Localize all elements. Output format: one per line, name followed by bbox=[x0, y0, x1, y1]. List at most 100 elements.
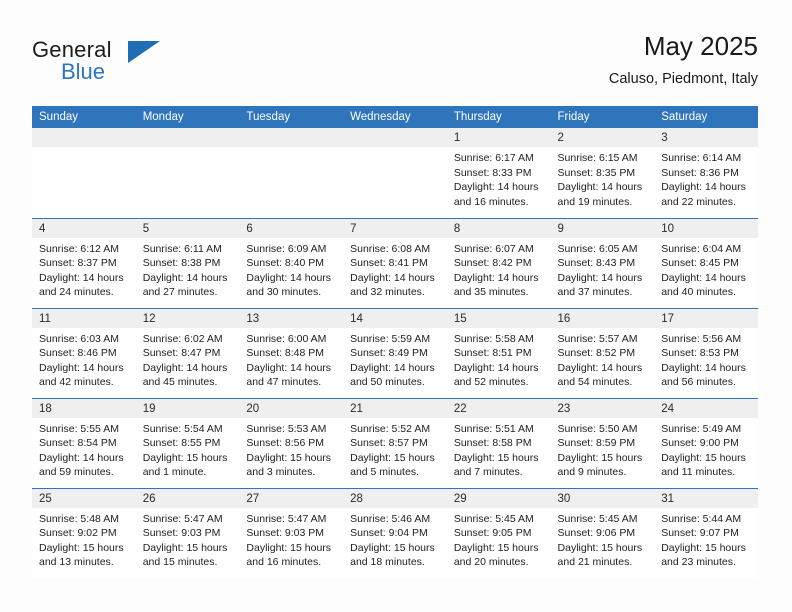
calendar-day-cell[interactable]: 13 Sunrise: 6:00 AM Sunset: 8:48 PM Dayligh… bbox=[239, 307, 344, 398]
day-info: Sunrise: 5:44 AM Sunset: 9:07 PM Daylight:… bbox=[654, 508, 758, 570]
calendar-day-cell[interactable]: 22 Sunrise: 5:51 AM Sunset: 8:58 PM Dayligh… bbox=[446, 397, 551, 488]
day-number: 30 bbox=[550, 488, 655, 508]
daylight-text-line2: and 3 minutes. bbox=[246, 466, 316, 479]
daylight-text-line1: Daylight: 14 hours bbox=[557, 271, 643, 284]
daylight-text-line2: and 16 minutes. bbox=[246, 556, 322, 569]
day-info: Sunrise: 6:11 AM Sunset: 8:38 PM Daylight:… bbox=[136, 238, 240, 300]
day-info: Sunrise: 5:48 AM Sunset: 9:02 PM Daylight:… bbox=[32, 508, 136, 570]
daylight-text-line2: and 32 minutes. bbox=[350, 286, 425, 299]
sunrise-text: Sunrise: 6:12 AM bbox=[39, 242, 119, 255]
calendar-day-cell[interactable]: 30 Sunrise: 5:45 AM Sunset: 9:06 PM Dayligh… bbox=[550, 487, 655, 578]
calendar-day-cell[interactable]: 9 Sunrise: 6:05 AM Sunset: 8:43 PM Daylight… bbox=[550, 217, 655, 308]
day-number: 8 bbox=[446, 218, 551, 238]
calendar-day-cell[interactable]: 15 Sunrise: 5:58 AM Sunset: 8:51 PM Dayligh… bbox=[446, 307, 551, 398]
calendar-day-cell[interactable]: 31 Sunrise: 5:44 AM Sunset: 9:07 PM Dayligh… bbox=[654, 487, 758, 578]
day-info: Sunrise: 6:03 AM Sunset: 8:46 PM Daylight:… bbox=[32, 328, 136, 390]
day-info: Sunrise: 5:53 AM Sunset: 8:56 PM Daylight:… bbox=[239, 418, 343, 480]
day-number: 12 bbox=[135, 308, 240, 328]
calendar-day-cell[interactable]: 14 Sunrise: 5:59 AM Sunset: 8:49 PM Dayligh… bbox=[343, 307, 447, 398]
calendar-day-cell[interactable]: 3 Sunrise: 6:14 AM Sunset: 8:36 PM Daylight… bbox=[654, 128, 758, 218]
calendar-day-cell[interactable]: 16 Sunrise: 5:57 AM Sunset: 8:52 PM Dayligh… bbox=[550, 307, 655, 398]
sunset-text: Sunset: 8:42 PM bbox=[453, 257, 532, 270]
calendar-day-cell[interactable]: 24 Sunrise: 5:49 AM Sunset: 9:00 PM Dayligh… bbox=[654, 397, 758, 488]
sunrise-text: Sunrise: 5:54 AM bbox=[142, 422, 223, 435]
sunrise-text: Sunrise: 5:57 AM bbox=[557, 332, 638, 345]
day-info: Sunrise: 5:56 AM Sunset: 8:53 PM Daylight:… bbox=[654, 328, 758, 390]
sunrise-text: Sunrise: 6:07 AM bbox=[453, 242, 534, 255]
calendar-day-cell[interactable]: 25 Sunrise: 5:48 AM Sunset: 9:02 PM Dayligh… bbox=[32, 487, 136, 578]
calendar-day-cell[interactable]: 28 Sunrise: 5:46 AM Sunset: 9:04 PM Dayligh… bbox=[343, 487, 447, 578]
calendar-day-cell[interactable]: 21 Sunrise: 5:52 AM Sunset: 8:57 PM Dayligh… bbox=[343, 397, 447, 488]
calendar-day-cell[interactable]: 19 Sunrise: 5:54 AM Sunset: 8:55 PM Dayligh… bbox=[135, 397, 240, 488]
sunrise-text: Sunrise: 5:52 AM bbox=[350, 422, 431, 435]
calendar-page: General Blue May 2025 Caluso, Piedmont, … bbox=[0, 0, 792, 612]
sunrise-text: Sunrise: 6:11 AM bbox=[142, 242, 222, 255]
sunrise-text: Sunrise: 5:48 AM bbox=[39, 512, 119, 525]
daylight-text-line2: and 24 minutes. bbox=[39, 286, 114, 299]
calendar-day-cell[interactable]: 8 Sunrise: 6:07 AM Sunset: 8:42 PM Daylight… bbox=[446, 217, 551, 308]
triangle-logo-icon bbox=[128, 41, 160, 63]
calendar-day-cell[interactable]: 12 Sunrise: 6:02 AM Sunset: 8:47 PM Dayligh… bbox=[135, 307, 240, 398]
daylight-text-line1: Daylight: 14 hours bbox=[142, 361, 228, 374]
calendar-day-cell[interactable]: 23 Sunrise: 5:50 AM Sunset: 8:59 PM Dayligh… bbox=[550, 397, 655, 488]
calendar-day-cell[interactable]: 26 Sunrise: 5:47 AM Sunset: 9:03 PM Dayligh… bbox=[135, 487, 240, 578]
day-info: Sunrise: 5:52 AM Sunset: 8:57 PM Daylight:… bbox=[343, 418, 447, 480]
calendar-day-cell[interactable]: 10 Sunrise: 6:04 AM Sunset: 8:45 PM Dayligh… bbox=[654, 217, 758, 308]
daylight-text-line2: and 23 minutes. bbox=[661, 556, 736, 569]
day-number: 13 bbox=[239, 308, 344, 328]
daylight-text-line2: and 30 minutes. bbox=[246, 286, 322, 299]
day-number: 15 bbox=[446, 308, 551, 328]
calendar-day-cell[interactable]: 5 Sunrise: 6:11 AM Sunset: 8:38 PM Daylight… bbox=[135, 217, 240, 308]
sunrise-text: Sunrise: 5:58 AM bbox=[453, 332, 534, 345]
day-number: 20 bbox=[239, 398, 344, 418]
day-number: 24 bbox=[654, 398, 758, 418]
sunset-text: Sunset: 8:57 PM bbox=[350, 437, 428, 450]
sunset-text: Sunset: 8:54 PM bbox=[39, 437, 117, 450]
day-info: Sunrise: 5:45 AM Sunset: 9:05 PM Daylight:… bbox=[447, 508, 551, 570]
sunset-text: Sunset: 8:49 PM bbox=[350, 347, 428, 360]
calendar-day-cell[interactable]: 27 Sunrise: 5:47 AM Sunset: 9:03 PM Dayligh… bbox=[239, 487, 344, 578]
calendar-day-cell[interactable]: 7 Sunrise: 6:08 AM Sunset: 8:41 PM Daylight… bbox=[343, 217, 447, 308]
day-number: 9 bbox=[550, 218, 655, 238]
calendar-day-cell[interactable]: 29 Sunrise: 5:45 AM Sunset: 9:05 PM Dayligh… bbox=[446, 487, 551, 578]
sunset-text: Sunset: 8:59 PM bbox=[557, 437, 636, 450]
daylight-text-line2: and 59 minutes. bbox=[39, 466, 114, 479]
day-info: Sunrise: 5:47 AM Sunset: 9:03 PM Daylight:… bbox=[136, 508, 240, 570]
daylight-text-line2: and 22 minutes. bbox=[661, 195, 736, 208]
calendar-day-cell[interactable]: 1 Sunrise: 6:17 AM Sunset: 8:33 PM Daylight… bbox=[446, 128, 551, 218]
calendar-day-cell[interactable]: 17 Sunrise: 5:56 AM Sunset: 8:53 PM Dayligh… bbox=[654, 307, 758, 398]
title-block: May 2025 Caluso, Piedmont, Italy bbox=[609, 30, 758, 90]
calendar-day-cell[interactable]: 4 Sunrise: 6:12 AM Sunset: 8:37 PM Daylight… bbox=[32, 217, 136, 308]
daylight-text-line2: and 18 minutes. bbox=[350, 556, 425, 569]
calendar-day-cell[interactable]: 20 Sunrise: 5:53 AM Sunset: 8:56 PM Dayligh… bbox=[239, 397, 344, 488]
calendar-day-cell[interactable]: 6 Sunrise: 6:09 AM Sunset: 8:40 PM Daylight… bbox=[239, 217, 344, 308]
daylight-text-line2: and 56 minutes. bbox=[661, 376, 736, 389]
calendar-week-row: 18 Sunrise: 5:55 AM Sunset: 8:54 PM Dayligh… bbox=[32, 397, 758, 488]
day-number: 23 bbox=[550, 398, 655, 418]
sunrise-text: Sunrise: 5:50 AM bbox=[557, 422, 638, 435]
day-number: 27 bbox=[239, 488, 344, 508]
day-number: 17 bbox=[654, 308, 758, 328]
day-info: Sunrise: 6:15 AM Sunset: 8:35 PM Daylight:… bbox=[551, 147, 655, 209]
day-number: 26 bbox=[135, 488, 240, 508]
day-number bbox=[135, 128, 240, 147]
daylight-text-line1: Daylight: 14 hours bbox=[453, 271, 539, 284]
daylight-text-line1: Daylight: 15 hours bbox=[39, 541, 124, 554]
calendar-day-cell[interactable]: 11 Sunrise: 6:03 AM Sunset: 8:46 PM Dayligh… bbox=[32, 307, 136, 398]
daylight-text-line1: Daylight: 15 hours bbox=[142, 541, 228, 554]
calendar-day-cell[interactable]: 18 Sunrise: 5:55 AM Sunset: 8:54 PM Dayligh… bbox=[32, 397, 136, 488]
daylight-text-line1: Daylight: 15 hours bbox=[350, 451, 435, 464]
daylight-text-line1: Daylight: 15 hours bbox=[557, 541, 643, 554]
calendar-week-row: 25 Sunrise: 5:48 AM Sunset: 9:02 PM Dayligh… bbox=[32, 487, 758, 578]
day-info: Sunrise: 6:07 AM Sunset: 8:42 PM Daylight:… bbox=[447, 238, 551, 300]
sunset-text: Sunset: 8:48 PM bbox=[246, 347, 325, 360]
sunrise-text: Sunrise: 5:47 AM bbox=[246, 512, 327, 525]
daylight-text-line2: and 15 minutes. bbox=[142, 556, 218, 569]
day-info: Sunrise: 5:45 AM Sunset: 9:06 PM Daylight:… bbox=[551, 508, 655, 570]
calendar-body: 1 Sunrise: 6:17 AM Sunset: 8:33 PM Daylight… bbox=[32, 128, 758, 578]
calendar-day-cell[interactable]: 2 Sunrise: 6:15 AM Sunset: 8:35 PM Daylight… bbox=[550, 128, 655, 218]
weekday-header-sunday: Sunday bbox=[32, 106, 136, 128]
daylight-text-line1: Daylight: 15 hours bbox=[453, 541, 539, 554]
sunrise-text: Sunrise: 6:14 AM bbox=[661, 152, 742, 164]
day-info: Sunrise: 5:46 AM Sunset: 9:04 PM Daylight:… bbox=[343, 508, 447, 570]
